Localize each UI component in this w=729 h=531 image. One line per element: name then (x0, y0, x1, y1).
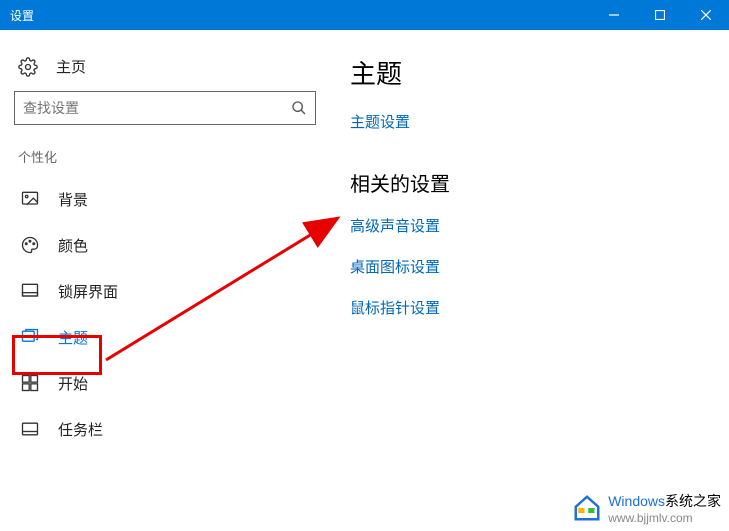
home-label: 主页 (56, 56, 86, 77)
home-link[interactable]: 主页 (14, 50, 316, 91)
search-input[interactable] (23, 100, 291, 116)
section-label: 个性化 (18, 147, 316, 166)
close-button[interactable] (683, 0, 729, 30)
sidebar-item-label: 背景 (58, 189, 88, 210)
sidebar-item-themes[interactable]: 主题 (14, 314, 316, 360)
sidebar-item-start[interactable]: 开始 (14, 360, 316, 406)
sidebar-item-label: 任务栏 (58, 419, 103, 440)
sidebar-item-label: 锁屏界面 (58, 281, 118, 302)
page-heading: 主题 (350, 54, 709, 91)
themes-icon (20, 327, 40, 347)
related-link-desktop-icons[interactable]: 桌面图标设置 (350, 256, 709, 277)
start-icon (20, 373, 40, 393)
window-controls (591, 0, 729, 30)
minimize-button[interactable] (591, 0, 637, 30)
related-heading: 相关的设置 (350, 168, 709, 197)
house-icon (572, 493, 602, 523)
maximize-button[interactable] (637, 0, 683, 30)
sidebar-item-label: 颜色 (58, 235, 88, 256)
watermark-suffix: 系统之家 (665, 493, 721, 509)
related-link-mouse-pointer[interactable]: 鼠标指针设置 (350, 297, 709, 318)
sidebar-item-taskbar[interactable]: 任务栏 (14, 406, 316, 452)
window-title: 设置 (10, 7, 591, 24)
theme-settings-link[interactable]: 主题设置 (350, 111, 709, 132)
sidebar: 主页 个性化 背景 (0, 30, 330, 531)
watermark-url: www.bjjmlv.com (608, 511, 721, 525)
palette-icon (20, 235, 40, 255)
related-link-sound[interactable]: 高级声音设置 (350, 215, 709, 236)
gear-icon (18, 57, 38, 77)
picture-icon (20, 189, 40, 209)
sidebar-item-background[interactable]: 背景 (14, 176, 316, 222)
titlebar: 设置 (0, 0, 729, 30)
taskbar-icon (20, 419, 40, 439)
search-box[interactable] (14, 91, 316, 125)
watermark-brand: Windows (608, 493, 665, 509)
lockscreen-icon (20, 281, 40, 301)
search-icon (291, 100, 307, 116)
watermark: Windows系统之家 www.bjjmlv.com (572, 491, 721, 525)
sidebar-item-label: 主题 (58, 327, 88, 348)
sidebar-item-colors[interactable]: 颜色 (14, 222, 316, 268)
sidebar-item-lockscreen[interactable]: 锁屏界面 (14, 268, 316, 314)
main-content: 主题 主题设置 相关的设置 高级声音设置 桌面图标设置 鼠标指针设置 (330, 30, 729, 531)
sidebar-item-label: 开始 (58, 373, 88, 394)
